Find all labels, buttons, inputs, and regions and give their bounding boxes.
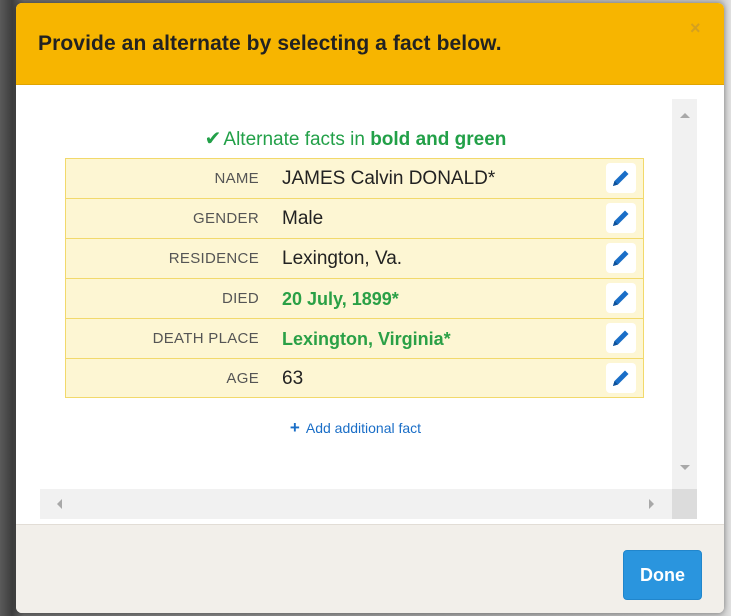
fact-value-alternate: 20 July, 1899* <box>282 289 399 309</box>
dialog-footer: Done <box>16 524 724 613</box>
pencil-icon <box>613 210 629 226</box>
facts-table: NAME JAMES Calvin DONALD* GENDER Male RE… <box>65 158 644 398</box>
edit-age-button[interactable] <box>606 363 636 393</box>
pencil-icon <box>613 290 629 306</box>
add-fact-label: Add additional fact <box>305 420 422 436</box>
content-pane: ✔ Alternate facts in bold and green NAME … <box>40 99 671 489</box>
scroll-right-arrow-icon[interactable] <box>649 499 654 509</box>
edit-death-place-button[interactable] <box>606 323 636 353</box>
dialog-title: Provide an alternate by selecting a fact… <box>38 32 502 55</box>
edit-gender-button[interactable] <box>606 203 636 233</box>
edit-residence-button[interactable] <box>606 243 636 273</box>
fact-label: NAME <box>214 170 259 187</box>
pencil-icon <box>613 250 629 266</box>
fact-label: DIED <box>221 290 259 307</box>
legend-bold-text: bold and green <box>370 129 507 150</box>
fact-row-age[interactable]: AGE 63 <box>66 359 643 397</box>
alternate-fact-dialog: Provide an alternate by selecting a fact… <box>16 3 724 613</box>
fact-value: JAMES Calvin DONALD* <box>282 168 496 189</box>
scroll-left-arrow-icon[interactable] <box>57 499 62 509</box>
fact-row-gender[interactable]: GENDER Male <box>66 199 643 239</box>
pencil-icon <box>613 330 629 346</box>
scrollbar-corner <box>672 489 697 519</box>
fact-label: AGE <box>226 370 259 387</box>
scroll-up-arrow-icon[interactable] <box>680 113 690 118</box>
add-additional-fact-link[interactable]: + Add additional fact <box>40 418 671 438</box>
pencil-icon <box>613 170 629 186</box>
fact-row-name[interactable]: NAME JAMES Calvin DONALD* <box>66 159 643 199</box>
fact-row-death-place[interactable]: DEATH PLACE Lexington, Virginia* <box>66 319 643 359</box>
close-icon[interactable]: × <box>690 19 701 37</box>
fact-label: GENDER <box>193 210 259 227</box>
dialog-header: Provide an alternate by selecting a fact… <box>16 3 724 85</box>
legend-text: Alternate facts in <box>223 129 371 150</box>
edit-name-button[interactable] <box>606 163 636 193</box>
check-icon: ✔ <box>204 128 222 150</box>
fact-row-residence[interactable]: RESIDENCE Lexington, Va. <box>66 239 643 279</box>
fact-label: RESIDENCE <box>168 250 259 267</box>
vertical-scrollbar[interactable] <box>672 99 697 489</box>
plus-icon: + <box>289 418 300 437</box>
horizontal-scrollbar[interactable] <box>40 489 672 519</box>
fact-value: 63 <box>282 368 304 389</box>
edit-died-button[interactable] <box>606 283 636 313</box>
fact-label: DEATH PLACE <box>152 330 259 347</box>
pencil-icon <box>613 370 629 386</box>
scroll-container: ✔ Alternate facts in bold and green NAME … <box>40 99 697 519</box>
fact-value: Male <box>282 208 324 229</box>
done-button[interactable]: Done <box>623 550 702 600</box>
scroll-down-arrow-icon[interactable] <box>680 465 690 470</box>
legend: ✔ Alternate facts in bold and green <box>40 126 671 151</box>
fact-row-died[interactable]: DIED 20 July, 1899* <box>66 279 643 319</box>
fact-value-alternate: Lexington, Virginia* <box>282 329 451 349</box>
fact-value: Lexington, Va. <box>282 248 403 269</box>
